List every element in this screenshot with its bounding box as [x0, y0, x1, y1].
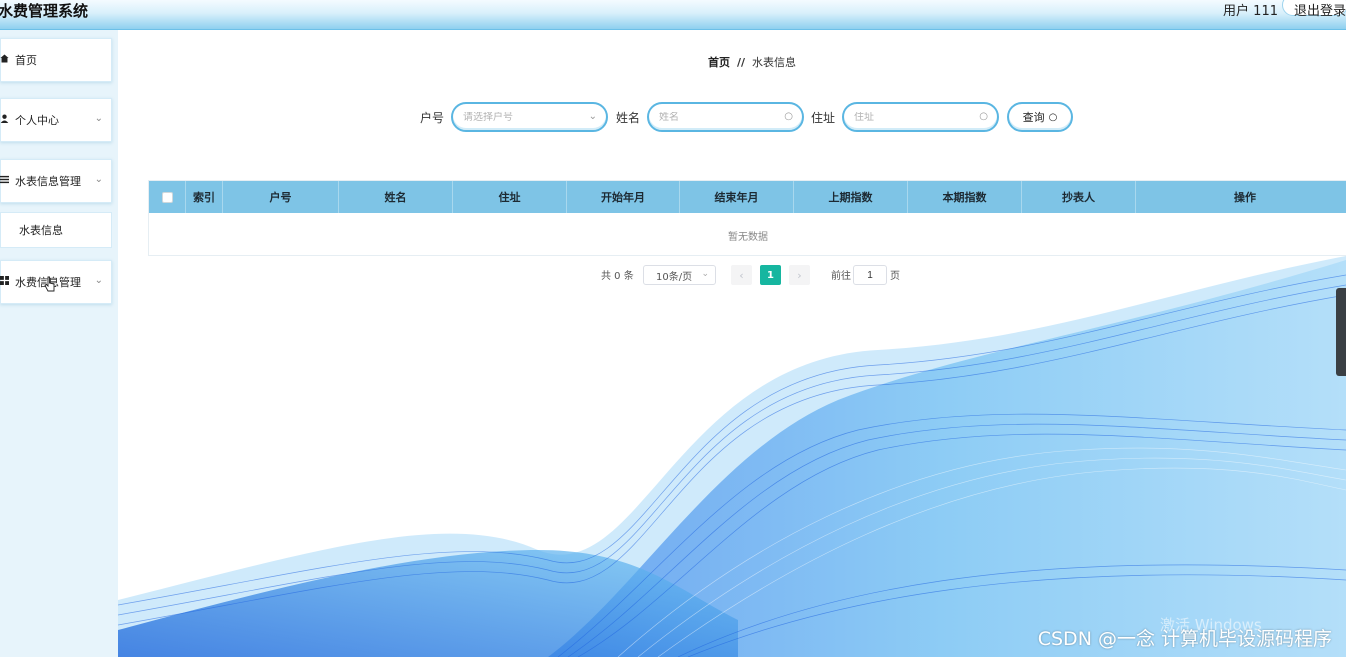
mouse-cursor-icon [44, 276, 56, 296]
page-size-select[interactable]: 10条/页 ⌄ [643, 265, 716, 285]
column-header: 本期指数 [908, 181, 1022, 213]
query-button[interactable]: 查询 ○ [1007, 102, 1073, 132]
sidebar-subitem-meter-info[interactable]: 水表信息 [0, 212, 112, 248]
select-all-checkbox-cell[interactable] [149, 181, 186, 213]
sidebar-item-fee-management[interactable]: 水费信息管理 ⌄ [0, 260, 112, 304]
name-field[interactable]: ○ [647, 102, 804, 132]
sidebar-item-meter-management[interactable]: 水表信息管理 ⌄ [0, 159, 112, 203]
page-suffix-label: 页 [890, 271, 900, 282]
column-header: 住址 [453, 181, 567, 213]
column-header: 户号 [223, 181, 339, 213]
meter-info-table: 索引 户号 姓名 住址 开始年月 结束年月 上期指数 本期指数 抄表人 操作 暂… [148, 180, 1346, 256]
query-button-label: 查询 [1022, 111, 1045, 124]
top-header-bar: 水费管理系统 用户 111 退出登录 [0, 0, 1346, 30]
sidebar-item-label: 水表信息 [19, 224, 63, 237]
breadcrumb-current: 水表信息 [752, 56, 797, 69]
breadcrumb-home[interactable]: 首页 [708, 56, 730, 69]
list-icon [0, 175, 9, 187]
current-user-label: 用户 111 [1223, 4, 1278, 19]
table-header-row: 索引 户号 姓名 住址 开始年月 结束年月 上期指数 本期指数 抄表人 操作 [149, 181, 1346, 213]
csdn-watermark: CSDN @一念 计算机毕设源码程序 [1037, 628, 1332, 650]
sidebar-item-personal-center[interactable]: 个人中心 ⌄ [0, 98, 112, 142]
main-content: 首页 // 水表信息 户号 ⌄ 姓名 ○ 住址 ○ 查询 ○ 索引 户号 姓名 住址… [118, 30, 1346, 657]
search-icon: ○ [979, 111, 988, 122]
chevron-down-icon: ⌄ [701, 269, 709, 279]
sidebar: 首页 个人中心 ⌄ 水表信息管理 ⌄ 水表信息 水费信息管理 ⌄ [0, 30, 118, 657]
app-title: 水费管理系统 [0, 2, 89, 20]
grid-icon [0, 276, 9, 288]
column-header: 姓名 [339, 181, 453, 213]
column-header: 结束年月 [680, 181, 794, 213]
table-empty-text: 暂无数据 [728, 231, 768, 243]
select-all-checkbox[interactable] [161, 191, 173, 203]
chevron-down-icon: ⌄ [94, 174, 103, 185]
sidebar-item-label: 个人中心 [15, 114, 59, 127]
sidebar-item-label: 水表信息管理 [15, 175, 81, 188]
account-select[interactable]: ⌄ [451, 102, 608, 132]
breadcrumb-separator: // [737, 56, 746, 69]
chevron-down-icon: ⌄ [588, 111, 597, 122]
search-icon: ○ [1048, 111, 1058, 123]
column-header: 上期指数 [794, 181, 908, 213]
prev-page-button[interactable]: ‹ [731, 265, 752, 285]
address-field[interactable]: ○ [842, 102, 999, 132]
account-filter-label: 户号 [420, 111, 445, 125]
chevron-down-icon: ⌄ [94, 275, 103, 286]
sidebar-item-label: 首页 [15, 54, 37, 67]
column-header: 开始年月 [567, 181, 680, 213]
column-header: 抄表人 [1022, 181, 1136, 213]
name-input[interactable] [659, 111, 779, 123]
side-scroll-tab[interactable] [1336, 288, 1346, 376]
logout-link[interactable]: 退出登录 [1294, 0, 1346, 19]
column-header: 索引 [186, 181, 223, 213]
search-icon: ○ [784, 111, 793, 122]
user-icon [0, 114, 9, 126]
address-filter-label: 住址 [811, 111, 836, 125]
column-header: 操作 [1234, 191, 1256, 204]
page-size-value: 10条/页 [656, 271, 693, 283]
goto-page-input[interactable] [853, 265, 887, 285]
chevron-down-icon: ⌄ [94, 113, 103, 124]
page-number-button[interactable]: 1 [760, 265, 781, 285]
home-icon [0, 54, 9, 66]
breadcrumb: 首页 // 水表信息 [708, 54, 796, 70]
next-page-button[interactable]: › [789, 265, 810, 285]
address-input[interactable] [854, 111, 974, 123]
name-filter-label: 姓名 [616, 111, 641, 125]
sidebar-item-home[interactable]: 首页 [0, 38, 112, 82]
pagination-total: 共 0 条 [601, 271, 634, 282]
goto-label: 前往 [831, 271, 851, 282]
account-select-input[interactable] [463, 111, 583, 123]
